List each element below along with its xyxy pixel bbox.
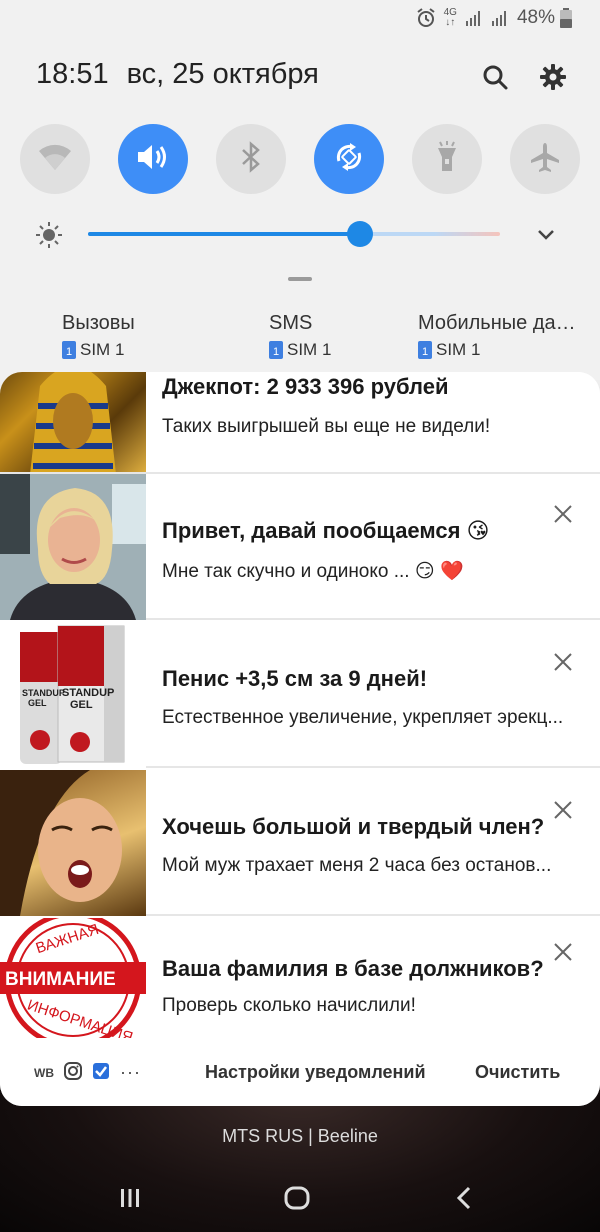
wifi-icon — [38, 142, 72, 177]
airplane-icon — [529, 141, 561, 178]
bluetooth-icon — [240, 140, 262, 178]
usage-shortcuts: Вызовы 1 SIM 1 SMS 1 SIM 1 Мобильные да… 1… — [0, 312, 600, 368]
alarm-icon — [416, 8, 436, 28]
close-icon[interactable] — [551, 798, 575, 822]
woman-portrait-image — [0, 474, 146, 620]
flashlight-icon — [435, 140, 459, 179]
notification-item[interactable]: ВАЖНАЯ ВНИМАНИЕ ИНФОРМАЦИЯ Ваша фамилия … — [0, 918, 600, 1042]
clear-button[interactable]: Очистить — [475, 1062, 560, 1083]
gel-brand-label: GEL — [70, 699, 93, 711]
more-icon: ··· — [120, 1062, 141, 1082]
notification-item[interactable]: Джекпот: 2 933 396 рублей Таких выигрыше… — [0, 372, 600, 474]
signal-sim2-icon — [491, 9, 509, 27]
notification-title: Джекпот: 2 933 396 рублей — [162, 374, 449, 399]
stamp-middle-label: ВНИМАНИЕ — [5, 969, 116, 990]
navigation-bar — [0, 1178, 600, 1218]
signal-sim1-icon — [465, 9, 483, 27]
slider-fill — [88, 232, 360, 236]
sim-icon: 1 — [62, 341, 76, 359]
home-icon[interactable] — [277, 1182, 317, 1214]
wifi-toggle[interactable] — [20, 124, 90, 194]
sim-label: SIM 1 — [436, 340, 481, 359]
wb-icon: WB — [34, 1065, 54, 1080]
carrier-label: MTS RUS | Beeline — [222, 1126, 378, 1146]
notification-title: Пенис +3,5 см за 9 дней! — [162, 666, 428, 691]
date[interactable]: вс, 25 октября — [127, 58, 319, 91]
clock[interactable]: 18:51 — [36, 58, 109, 91]
notification-title: Привет, давай пообщаемся 😘 — [162, 518, 490, 543]
network-type-label: 4G — [443, 7, 457, 18]
battery-indicator: 48% — [517, 7, 572, 29]
notification-title: Ваша фамилия в базе должников? — [162, 956, 544, 981]
slider-thumb[interactable] — [347, 221, 373, 247]
flashlight-toggle[interactable] — [412, 124, 482, 194]
usage-label: Мобильные да… — [418, 312, 576, 334]
notification-text: Таких выигрышей вы еще не видели! — [162, 416, 491, 437]
back-icon[interactable] — [445, 1182, 485, 1214]
usage-label: Вызовы — [62, 312, 135, 334]
network-4g-icon: 4G ↓↑ — [443, 7, 457, 28]
gel-brand-label: STANDUP — [62, 687, 114, 699]
rotate-icon — [332, 140, 366, 179]
sound-toggle[interactable] — [118, 124, 188, 194]
airplane-toggle[interactable] — [510, 124, 580, 194]
usage-calls[interactable]: Вызовы 1 SIM 1 — [62, 312, 135, 360]
usage-sms[interactable]: SMS 1 SIM 1 — [269, 312, 331, 360]
app-icons: WB ··· — [34, 1062, 141, 1083]
sim-icon: 1 — [269, 341, 283, 359]
notification-text: Мне так скучно и одиноко ... 😏 ❤️ — [162, 561, 464, 582]
gel-brand-label: STANDUP — [22, 688, 65, 698]
notification-item[interactable]: STANDUP GEL STANDUP GEL Пенис +3,5 см за… — [0, 622, 600, 768]
close-icon[interactable] — [551, 502, 575, 526]
notification-item[interactable]: Хочешь большой и твердый член? Мой муж т… — [0, 770, 600, 916]
instagram-icon — [64, 1062, 82, 1083]
auto-rotate-toggle[interactable] — [314, 124, 384, 194]
close-icon[interactable] — [551, 940, 575, 964]
stamp-top-label: ВАЖНАЯ — [34, 921, 101, 957]
notification-text: Проверь сколько начислили! — [162, 995, 416, 1016]
sound-icon — [136, 142, 170, 177]
gear-icon[interactable] — [536, 60, 570, 94]
sim-icon: 1 — [418, 341, 432, 359]
battery-percent: 48% — [516, 7, 555, 28]
stamp-image: ВАЖНАЯ ВНИМАНИЕ ИНФОРМАЦИЯ — [0, 918, 146, 1042]
woman-face-image — [0, 770, 146, 916]
gel-product-image: STANDUP GEL STANDUP GEL — [0, 622, 146, 768]
status-bar: 4G ↓↑ 48% — [416, 6, 572, 30]
notification-card: Джекпот: 2 933 396 рублей Таких выигрыше… — [0, 372, 600, 1106]
recents-icon[interactable] — [110, 1182, 150, 1214]
gel-brand-label: GEL — [28, 698, 47, 708]
panel-drag-handle[interactable] — [288, 277, 312, 281]
close-icon[interactable] — [551, 650, 575, 674]
notification-settings-button[interactable]: Настройки уведомлений — [205, 1062, 426, 1083]
notification-text: Мой муж трахает меня 2 часа без останов.… — [162, 855, 552, 876]
notification-title: Хочешь большой и твердый член? — [162, 814, 545, 839]
sim-label: SIM 1 — [80, 340, 125, 359]
usage-label: SMS — [269, 312, 313, 334]
usage-mobile-data[interactable]: Мобильные да… 1 SIM 1 — [418, 312, 576, 360]
bluetooth-toggle[interactable] — [216, 124, 286, 194]
search-icon[interactable] — [478, 60, 512, 94]
brightness-slider[interactable] — [88, 214, 500, 254]
chevron-down-icon[interactable] — [536, 224, 556, 249]
notification-footer: WB ··· Настройки уведомлений Очистить — [0, 1038, 600, 1106]
sim-label: SIM 1 — [287, 340, 332, 359]
battery-icon — [560, 8, 572, 28]
brightness-icon — [34, 220, 64, 255]
brightness-row — [0, 214, 600, 254]
quick-toggles — [20, 124, 580, 194]
notification-item[interactable]: Привет, давай пообщаемся 😘 Мне так скучн… — [0, 474, 600, 620]
pharaoh-image — [0, 372, 146, 474]
notification-text: Естественное увеличение, укрепляет эрекц… — [162, 707, 564, 728]
clock-date[interactable]: 18:51 вс, 25 октября — [36, 58, 319, 91]
checkbox-app-icon — [92, 1062, 110, 1083]
